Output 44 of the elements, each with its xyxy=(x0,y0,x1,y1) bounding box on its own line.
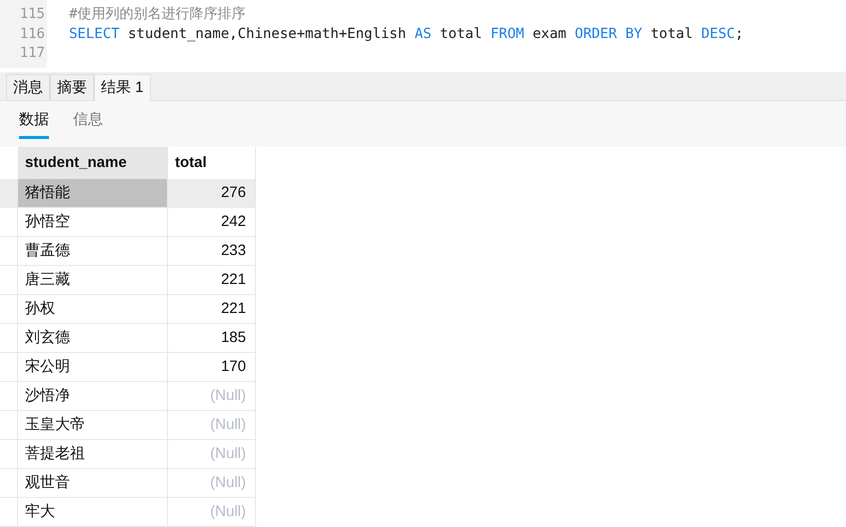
result-tab[interactable]: 消息 xyxy=(6,74,50,100)
table-cell: 曹孟德 xyxy=(18,237,168,265)
table-cell: 孙权 xyxy=(18,295,168,323)
column-header[interactable]: student_name xyxy=(18,147,168,179)
table-cell: (Null) xyxy=(168,498,256,526)
table-cell: (Null) xyxy=(168,469,256,497)
table-cell: 宋公明 xyxy=(18,353,168,381)
table-row[interactable]: 曹孟德 233 xyxy=(0,237,256,266)
table-row[interactable]: 菩提老祖 (Null) xyxy=(0,440,256,469)
code-line: #使用列的别名进行降序排序 xyxy=(69,5,246,24)
table-cell: 观世音 xyxy=(18,469,168,497)
table-cell: 孙悟空 xyxy=(18,208,168,236)
table-row[interactable]: 猪悟能 276 xyxy=(0,179,256,208)
table-cell: 242 xyxy=(168,208,256,236)
table-row[interactable]: 玉皇大帝 (Null) xyxy=(0,411,256,440)
table-cell: 菩提老祖 xyxy=(18,440,168,468)
table-cell: 221 xyxy=(168,266,256,294)
table-cell: 221 xyxy=(168,295,256,323)
sub-tab[interactable]: 信息 xyxy=(73,108,103,139)
table-cell: 刘玄德 xyxy=(18,324,168,352)
table-row[interactable]: 唐三藏 221 xyxy=(0,266,256,295)
table-row[interactable]: 宋公明 170 xyxy=(0,353,256,382)
table-cell: 170 xyxy=(168,353,256,381)
table-cell: 猪悟能 xyxy=(18,179,168,207)
table-cell: 牢大 xyxy=(18,498,168,526)
table-cell: 沙悟净 xyxy=(18,382,168,410)
code-line: SELECT student_name,Chinese+math+English AS total FROM exam ORDER BY total DESC; xyxy=(69,24,744,44)
table-cell: 233 xyxy=(168,237,256,265)
sub-tab[interactable]: 数据 xyxy=(19,108,49,139)
result-tab[interactable]: 结果 1 xyxy=(94,74,151,102)
table-cell: 玉皇大帝 xyxy=(18,411,168,439)
table-cell: (Null) xyxy=(168,382,256,410)
table-row[interactable]: 沙悟净 (Null) xyxy=(0,382,256,411)
table-row[interactable]: 刘玄德 185 xyxy=(0,324,256,353)
table-cell: 276 xyxy=(168,179,256,207)
result-tab[interactable]: 摘要 xyxy=(50,74,94,100)
table-row[interactable]: 观世音 (Null) xyxy=(0,469,256,498)
table-row[interactable]: 孙权 221 xyxy=(0,295,256,324)
table-row[interactable]: 孙悟空 242 xyxy=(0,208,256,237)
table-cell: 唐三藏 xyxy=(18,266,168,294)
table-row[interactable]: 牢大 (Null) xyxy=(0,498,256,527)
table-cell: (Null) xyxy=(168,411,256,439)
table-cell: (Null) xyxy=(168,440,256,468)
table-cell: 185 xyxy=(168,324,256,352)
